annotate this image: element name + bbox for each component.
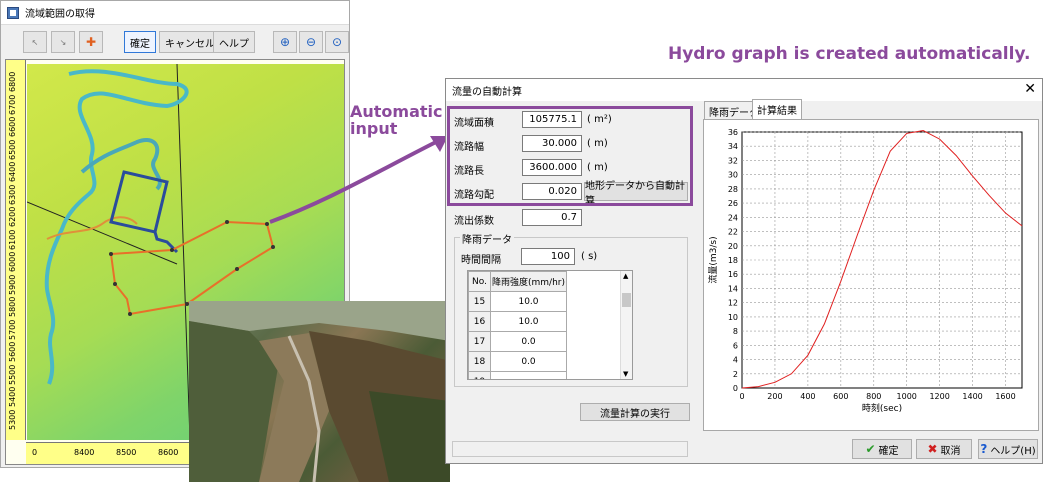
table-row[interactable]: 19 bbox=[468, 371, 567, 379]
y-tick-label: 28 bbox=[728, 185, 738, 194]
row-number: 15 bbox=[468, 291, 491, 312]
x-tick-label: 200 bbox=[767, 392, 782, 401]
table-row[interactable]: 18 0.0 bbox=[468, 351, 567, 372]
row-number: 17 bbox=[468, 331, 491, 352]
y-axis-label: 流量(m3/s) bbox=[707, 236, 719, 283]
interval-label: 時間間隔 bbox=[461, 255, 501, 266]
table-row[interactable]: 17 0.0 bbox=[468, 331, 567, 352]
flow-dialog-titlebar: 流量の自動計算 ✕ bbox=[446, 79, 1042, 101]
flow-dialog-title: 流量の自動計算 bbox=[452, 86, 522, 98]
y-tick-label: 36 bbox=[728, 128, 738, 137]
help-button-label: ヘルプ(H) bbox=[990, 445, 1036, 457]
row-number: 18 bbox=[468, 351, 491, 372]
x-tick-label: 1400 bbox=[962, 392, 982, 401]
y-tick-label: 20 bbox=[728, 242, 738, 251]
col-intensity: 降雨強度(mm/hr) bbox=[490, 271, 567, 292]
tab-calc-result[interactable]: 計算結果 bbox=[752, 99, 802, 119]
scroll-up-icon[interactable]: ▲ bbox=[623, 272, 628, 280]
tab-strip: 降雨データ 計算結果 bbox=[704, 99, 1038, 121]
hydrograph-chart: 0246810121416182022242628303234360 200 400… bbox=[707, 128, 1023, 414]
auto-input-highlight bbox=[447, 106, 693, 206]
y-tick-label: 14 bbox=[728, 284, 738, 293]
x-axis-label: 時刻(sec) bbox=[862, 402, 902, 414]
row-intensity[interactable]: 0.0 bbox=[490, 351, 567, 372]
x-tick-label: 600 bbox=[833, 392, 848, 401]
status-bar bbox=[452, 441, 688, 457]
row-intensity[interactable]: 10.0 bbox=[490, 291, 567, 312]
dialog-cancel-button[interactable]: ✖ 取消 bbox=[916, 439, 972, 459]
y-tick-label: 12 bbox=[728, 299, 738, 308]
tab-panel-result: 0 2 4 6 8 10 12 14 16 18 20 22 24 26 28 30 32 34 36 0 200 400… bbox=[703, 119, 1039, 431]
x-tick-label: 1600 bbox=[995, 392, 1015, 401]
y-tick-label: 22 bbox=[728, 228, 738, 237]
col-no: No. bbox=[468, 271, 491, 292]
row-intensity[interactable]: 0.0 bbox=[490, 331, 567, 352]
x-tick-label: 400 bbox=[800, 392, 815, 401]
scroll-thumb[interactable] bbox=[622, 293, 631, 307]
y-tick-label: 4 bbox=[733, 356, 738, 365]
table-row[interactable]: 15 10.0 bbox=[468, 291, 567, 312]
y-tick-label: 6 bbox=[733, 341, 738, 350]
run-flow-calc-button[interactable]: 流量計算の実行 bbox=[580, 403, 690, 421]
rain-table-scrollbar[interactable]: ▲ ▼ bbox=[620, 271, 632, 379]
y-tick-label: 16 bbox=[728, 270, 738, 279]
table-row[interactable]: 16 10.0 bbox=[468, 311, 567, 332]
rain-data-group: 降雨データ 時間間隔 100 ( s) No. 降雨強度(mm/hr) 15 1… bbox=[454, 231, 688, 387]
ok-button-label: 確定 bbox=[878, 445, 899, 457]
ok-button[interactable]: ✔ 確定 bbox=[852, 439, 912, 459]
interval-field[interactable]: 100 bbox=[521, 248, 575, 265]
row-intensity[interactable] bbox=[490, 371, 567, 379]
rain-table-grid: No. 降雨強度(mm/hr) 15 10.0 16 10.0 17 0.0 1… bbox=[468, 271, 567, 379]
y-tick-label: 32 bbox=[728, 156, 738, 165]
x-tick-label: 1000 bbox=[897, 392, 917, 401]
y-tick-label: 0 bbox=[733, 384, 738, 393]
row-number: 16 bbox=[468, 311, 491, 332]
help-icon: ? bbox=[980, 442, 988, 456]
rain-table-header: No. 降雨強度(mm/hr) bbox=[468, 271, 567, 292]
y-tick-label: 2 bbox=[733, 370, 738, 379]
x-tick-label: 1200 bbox=[929, 392, 949, 401]
dialog-help-button[interactable]: ? ヘルプ(H) bbox=[978, 439, 1038, 459]
x-tick-label: 0 bbox=[739, 392, 744, 401]
close-icon[interactable]: ✕ bbox=[1024, 81, 1036, 97]
runoff-field[interactable]: 0.7 bbox=[522, 209, 582, 226]
y-tick-label: 24 bbox=[728, 213, 738, 222]
y-tick-label: 34 bbox=[728, 142, 738, 151]
x-tick-label: 800 bbox=[866, 392, 881, 401]
scroll-down-icon[interactable]: ▼ bbox=[623, 370, 628, 378]
y-tick-label: 10 bbox=[728, 313, 738, 322]
y-tick-label: 18 bbox=[728, 256, 738, 265]
cancel-button-label: 取消 bbox=[940, 445, 961, 457]
rain-data-group-title: 降雨データ bbox=[460, 231, 514, 246]
y-tick-label: 8 bbox=[733, 327, 738, 336]
y-tick-label: 26 bbox=[728, 199, 738, 208]
row-number: 19 bbox=[468, 371, 491, 379]
runoff-label: 流出係数 bbox=[454, 216, 494, 227]
cross-icon: ✖ bbox=[927, 442, 938, 456]
row-intensity[interactable]: 10.0 bbox=[490, 311, 567, 332]
interval-unit: ( s) bbox=[581, 251, 598, 262]
y-tick-label: 30 bbox=[728, 171, 738, 180]
rain-table[interactable]: No. 降雨強度(mm/hr) 15 10.0 16 10.0 17 0.0 1… bbox=[467, 270, 633, 380]
checkmark-icon: ✔ bbox=[865, 442, 876, 456]
